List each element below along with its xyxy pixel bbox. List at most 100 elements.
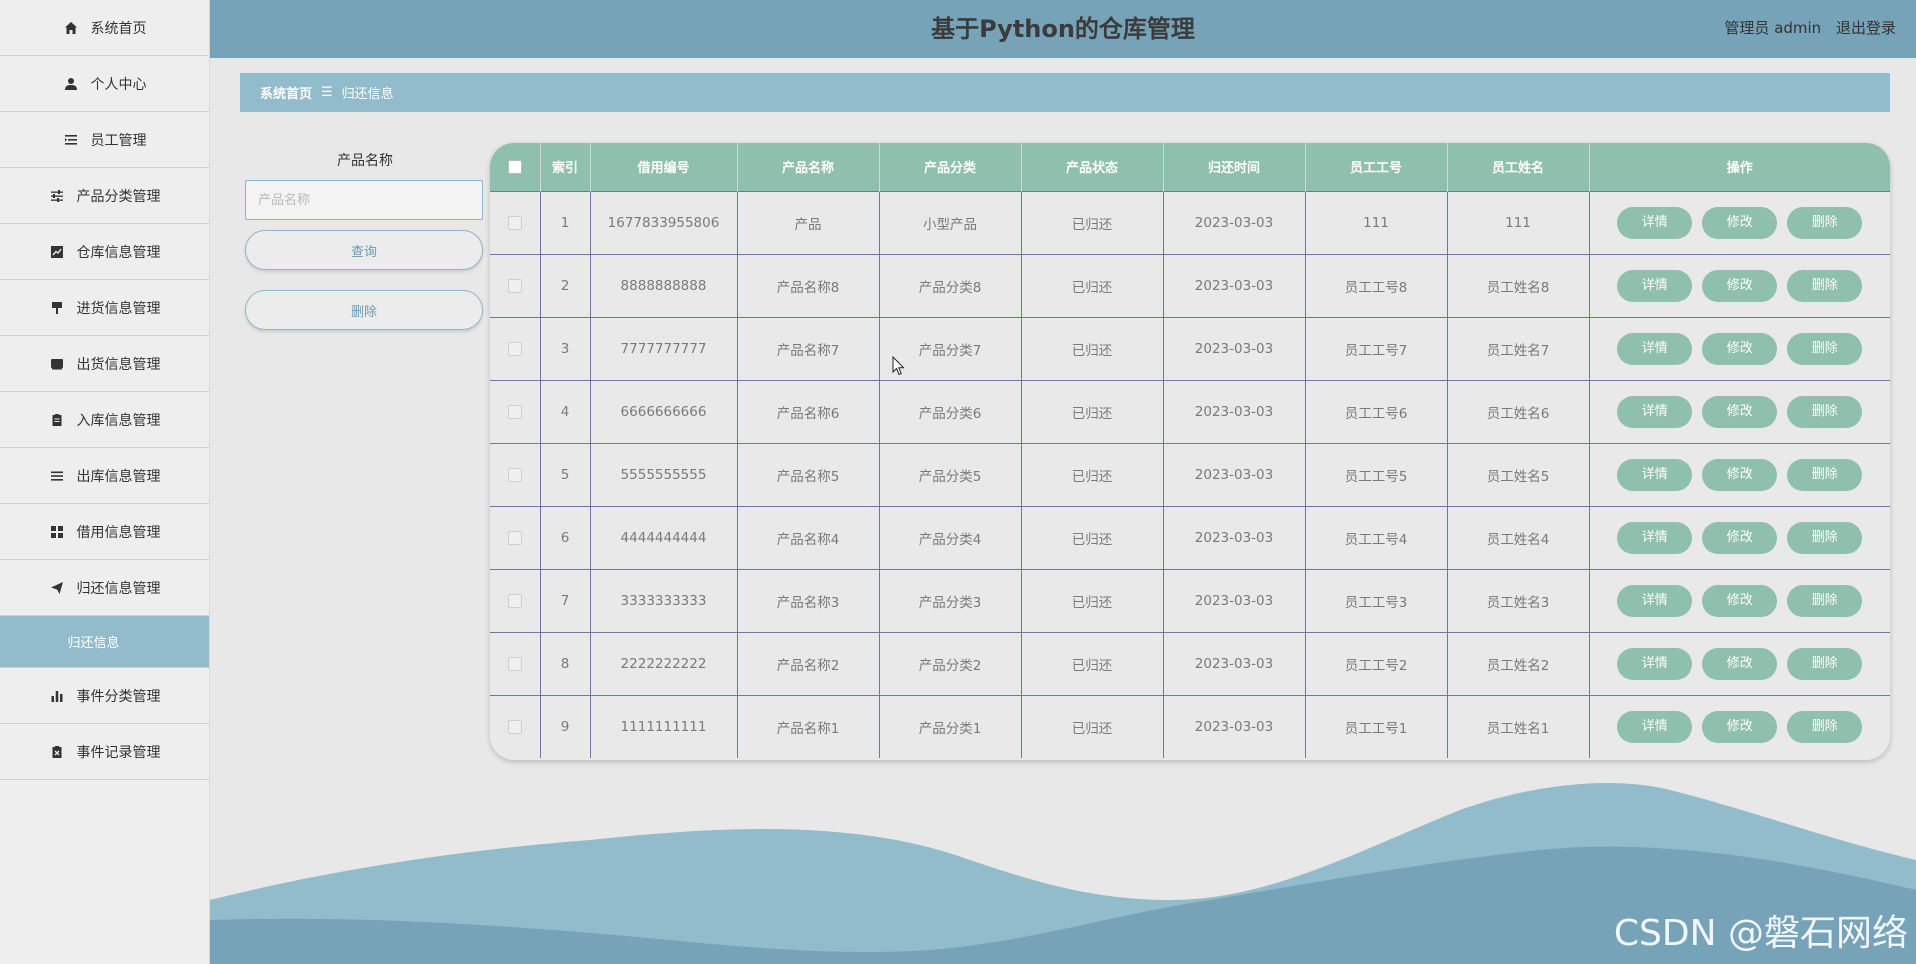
delete-button[interactable]: 删除 xyxy=(1787,647,1863,680)
sidebar-item-return-management[interactable]: 归还信息管理 xyxy=(0,560,209,616)
row-checkbox[interactable] xyxy=(507,593,522,608)
employee-id-cell: 员工工号7 xyxy=(1305,317,1448,380)
actions-cell: 详情 修改 删除 xyxy=(1589,506,1890,569)
clipboard-icon xyxy=(49,412,65,428)
logout-link[interactable]: 退出登录 xyxy=(1836,19,1896,37)
sidebar-item-label: 出货信息管理 xyxy=(76,356,161,373)
product-name-input[interactable] xyxy=(245,180,483,220)
sidebar: 系统首页 个人中心 员工管理 产品分类管理 仓库信息管理 进货信息管理 出货信息… xyxy=(0,0,210,964)
edit-button[interactable]: 修改 xyxy=(1702,458,1778,491)
select-all-cell xyxy=(490,143,541,191)
sidebar-item-home[interactable]: 系统首页 xyxy=(0,0,209,56)
row-checkbox[interactable] xyxy=(507,341,522,356)
sidebar-item-event-category[interactable]: 事件分类管理 xyxy=(0,668,209,724)
row-checkbox[interactable] xyxy=(507,278,522,293)
row-checkbox[interactable] xyxy=(507,656,522,671)
sidebar-item-shipment[interactable]: 出货信息管理 xyxy=(0,336,209,392)
product-name-cell: 产品名称4 xyxy=(737,506,880,569)
table-row: 9 1111111111 产品名称1 产品分类1 已归还 2023-03-03 员工工号1 员… xyxy=(490,695,1890,758)
return-time-cell: 2023-03-03 xyxy=(1163,443,1306,506)
watermark: CSDN @磐石网络 xyxy=(1613,913,1908,954)
return-time-cell: 2023-03-03 xyxy=(1163,254,1306,317)
employee-name-cell: 员工姓名2 xyxy=(1447,632,1590,695)
product-name-cell: 产品名称5 xyxy=(737,443,880,506)
borrow-id-cell: 1677833955806 xyxy=(590,191,738,254)
column-header: 借用编号 xyxy=(590,143,738,191)
detail-button[interactable]: 详情 xyxy=(1617,269,1693,302)
product-status-cell: 已归还 xyxy=(1021,380,1164,443)
line-chart-icon xyxy=(49,244,65,260)
actions-cell: 详情 修改 删除 xyxy=(1589,317,1890,380)
detail-button[interactable]: 详情 xyxy=(1617,458,1693,491)
delete-button[interactable]: 删除 xyxy=(1787,206,1863,239)
edit-button[interactable]: 修改 xyxy=(1702,395,1778,428)
detail-button[interactable]: 详情 xyxy=(1617,710,1693,743)
detail-button[interactable]: 详情 xyxy=(1617,332,1693,365)
detail-button[interactable]: 详情 xyxy=(1617,647,1693,680)
delete-button[interactable]: 删除 xyxy=(1787,710,1863,743)
sidebar-subitem-return-info[interactable]: 归还信息 xyxy=(0,616,209,668)
top-header: 基于Python的仓库管理 管理员 admin 退出登录 xyxy=(210,0,1916,58)
return-time-cell: 2023-03-03 xyxy=(1163,191,1306,254)
sidebar-item-label: 系统首页 xyxy=(90,20,147,37)
sidebar-item-borrow[interactable]: 借用信息管理 xyxy=(0,504,209,560)
paint-roller-icon xyxy=(49,300,65,316)
edit-button[interactable]: 修改 xyxy=(1702,584,1778,617)
table-row: 8 2222222222 产品名称2 产品分类2 已归还 2023-03-03 员工工号2 员… xyxy=(490,632,1890,695)
sidebar-item-profile[interactable]: 个人中心 xyxy=(0,56,209,112)
edit-button[interactable]: 修改 xyxy=(1702,710,1778,743)
sidebar-item-warehouse[interactable]: 仓库信息管理 xyxy=(0,224,209,280)
row-checkbox[interactable] xyxy=(507,467,522,482)
sidebar-item-label: 借用信息管理 xyxy=(76,524,161,541)
delete-button[interactable]: 删除 xyxy=(1787,269,1863,302)
sidebar-item-stock-out[interactable]: 出库信息管理 xyxy=(0,448,209,504)
edit-button[interactable]: 修改 xyxy=(1702,332,1778,365)
detail-button[interactable]: 详情 xyxy=(1617,521,1693,554)
sidebar-item-stock-in[interactable]: 入库信息管理 xyxy=(0,392,209,448)
row-checkbox[interactable] xyxy=(507,404,522,419)
edit-button[interactable]: 修改 xyxy=(1702,269,1778,302)
list-indent-icon xyxy=(63,132,79,148)
employee-id-cell: 员工工号6 xyxy=(1305,380,1448,443)
sidebar-item-employees[interactable]: 员工管理 xyxy=(0,112,209,168)
delete-button[interactable]: 删除 xyxy=(1787,521,1863,554)
row-checkbox[interactable] xyxy=(507,719,522,734)
edit-button[interactable]: 修改 xyxy=(1702,647,1778,680)
breadcrumb-home[interactable]: 系统首页 xyxy=(260,83,312,102)
delete-button[interactable]: 删除 xyxy=(1787,584,1863,617)
row-checkbox[interactable] xyxy=(507,215,522,230)
edit-button[interactable]: 修改 xyxy=(1702,521,1778,554)
batch-delete-button[interactable]: 删除 xyxy=(245,290,483,330)
select-all-checkbox[interactable] xyxy=(507,159,522,174)
sidebar-item-purchase[interactable]: 进货信息管理 xyxy=(0,280,209,336)
return-time-cell: 2023-03-03 xyxy=(1163,380,1306,443)
product-name-cell: 产品名称6 xyxy=(737,380,880,443)
delete-button[interactable]: 删除 xyxy=(1787,395,1863,428)
sidebar-item-product-category[interactable]: 产品分类管理 xyxy=(0,168,209,224)
actions-cell: 详情 修改 删除 xyxy=(1589,191,1890,254)
index-cell: 1 xyxy=(540,191,591,254)
breadcrumb-current: 归还信息 xyxy=(341,87,394,102)
column-header: 操作 xyxy=(1726,161,1753,177)
product-name-cell: 产品名称7 xyxy=(737,317,880,380)
table-body: 1 1677833955806 产品 小型产品 已归还 2023-03-03 111 111 详… xyxy=(490,191,1890,758)
detail-button[interactable]: 详情 xyxy=(1617,206,1693,239)
sidebar-item-event-record[interactable]: 事件记录管理 xyxy=(0,724,209,780)
delete-button[interactable]: 删除 xyxy=(1787,332,1863,365)
edit-button[interactable]: 修改 xyxy=(1702,206,1778,239)
return-time-cell: 2023-03-03 xyxy=(1163,506,1306,569)
employee-name-cell: 员工姓名8 xyxy=(1447,254,1590,317)
column-header: 产品分类 xyxy=(879,143,1022,191)
sidebar-item-label: 事件分类管理 xyxy=(76,688,161,705)
detail-button[interactable]: 详情 xyxy=(1617,584,1693,617)
employee-name-cell: 员工姓名3 xyxy=(1447,569,1590,632)
employee-name-cell: 111 xyxy=(1447,191,1590,254)
detail-button[interactable]: 详情 xyxy=(1617,395,1693,428)
row-checkbox[interactable] xyxy=(507,530,522,545)
query-button[interactable]: 查询 xyxy=(245,230,483,270)
delete-button[interactable]: 删除 xyxy=(1787,458,1863,491)
user-label: 管理员 admin xyxy=(1724,19,1822,37)
table-row: 2 8888888888 产品名称8 产品分类8 已归还 2023-03-03 员工工号8 员… xyxy=(490,254,1890,317)
actions-cell: 详情 修改 删除 xyxy=(1589,569,1890,632)
row-select-cell xyxy=(490,569,541,632)
